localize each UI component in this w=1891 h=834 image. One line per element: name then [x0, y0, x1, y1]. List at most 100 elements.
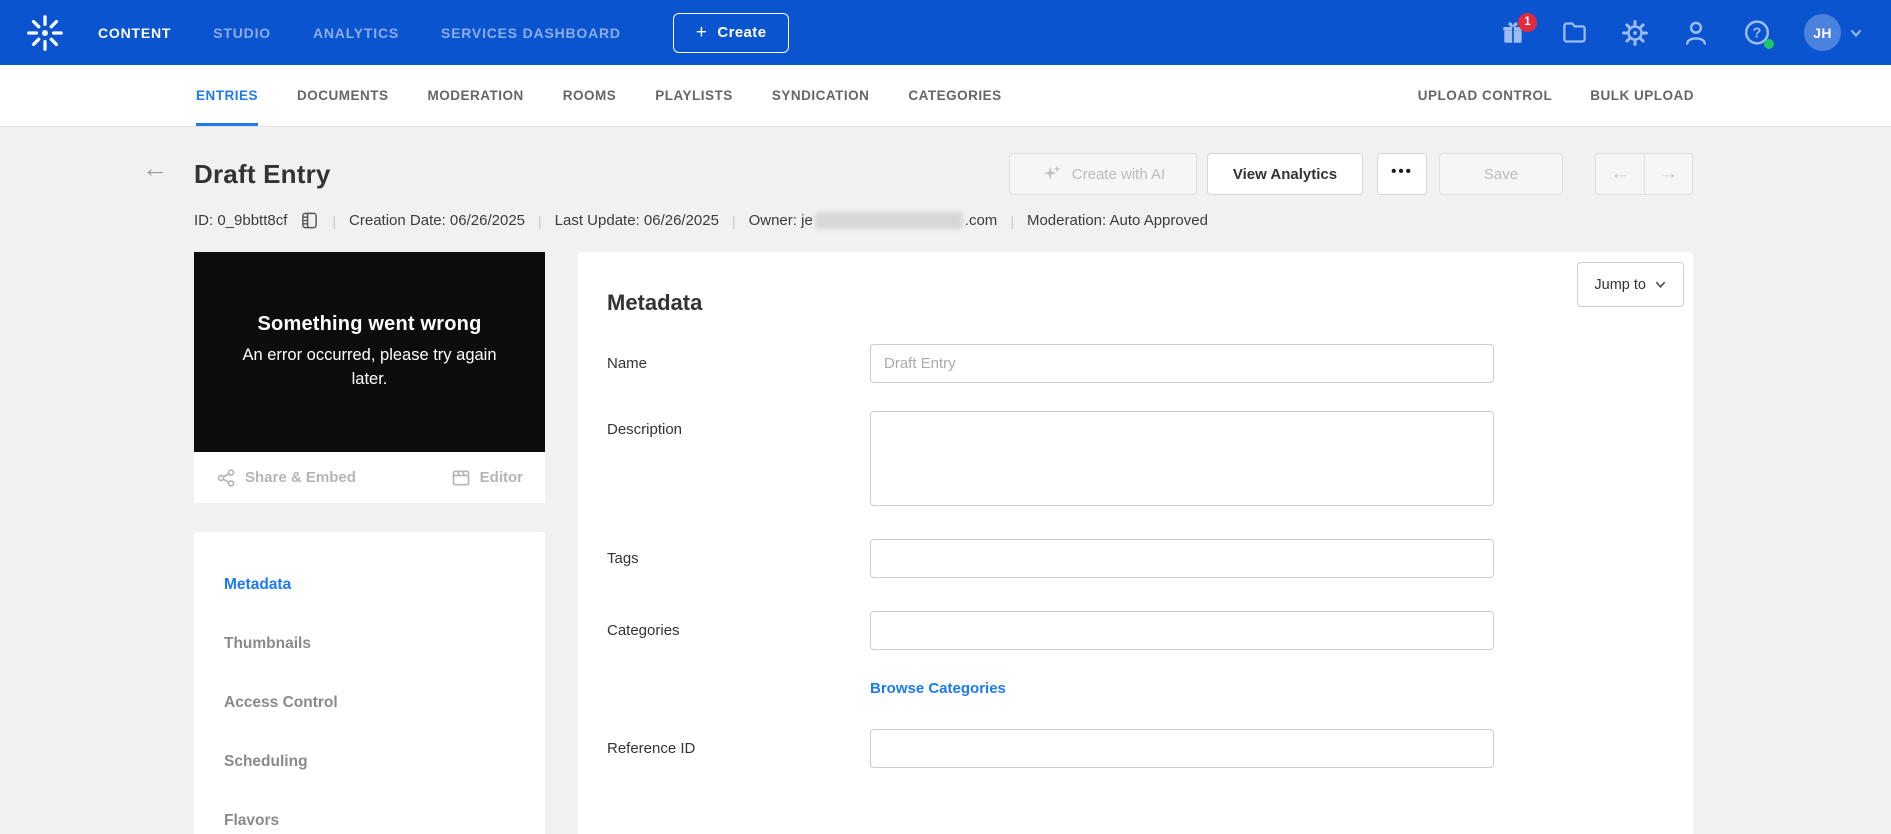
nav-item-studio[interactable]: STUDIO: [213, 25, 271, 41]
tab-bulk-upload[interactable]: BULK UPLOAD: [1590, 65, 1694, 126]
description-label: Description: [607, 421, 683, 438]
previous-entry-button[interactable]: ←: [1595, 153, 1644, 195]
section-nav-scheduling[interactable]: Scheduling: [194, 739, 545, 785]
tab-rooms[interactable]: ROOMS: [563, 65, 617, 126]
top-bar: CONTENT STUDIO ANALYTICS SERVICES DASHBO…: [0, 0, 1891, 65]
create-with-ai-button[interactable]: Create with AI: [1009, 153, 1197, 195]
nav-item-services-dashboard[interactable]: SERVICES DASHBOARD: [441, 25, 621, 41]
create-button-label: Create: [717, 24, 767, 41]
reference-id-input[interactable]: [870, 729, 1494, 768]
tab-syndication[interactable]: SYNDICATION: [772, 65, 870, 126]
last-update: Last Update: 06/26/2025: [554, 212, 719, 229]
metadata-heading: Metadata: [607, 290, 703, 315]
entry-header: ← Draft Entry Create with AI View Analyt…: [0, 127, 1891, 195]
more-options-button[interactable]: •••: [1377, 153, 1427, 195]
avatar[interactable]: JH: [1804, 14, 1841, 51]
jump-to-label: Jump to: [1594, 276, 1646, 293]
content-tab-bar: ENTRIES DOCUMENTS MODERATION ROOMS PLAYL…: [0, 65, 1891, 127]
metadata-panel: Jump to Metadata Name Description Tags C…: [578, 252, 1693, 834]
page-title: Draft Entry: [194, 158, 331, 189]
editor-label: Editor: [479, 469, 523, 486]
chevron-down-icon: [1655, 281, 1666, 289]
editor-button[interactable]: Editor: [451, 468, 523, 488]
whats-new-gift-icon[interactable]: 1: [1499, 12, 1537, 47]
entry-actions: Create with AI View Analytics ••• Save ←…: [1009, 153, 1693, 195]
name-label: Name: [607, 355, 648, 372]
arrow-right-icon: →: [1659, 163, 1678, 184]
section-nav-flavors[interactable]: Flavors: [194, 798, 545, 834]
tags-input[interactable]: [870, 539, 1494, 578]
browse-categories-link[interactable]: Browse Categories: [870, 680, 1006, 697]
jump-to-dropdown[interactable]: Jump to: [1577, 262, 1684, 307]
tags-row: Tags: [607, 539, 1663, 578]
tab-documents[interactable]: DOCUMENTS: [297, 65, 389, 126]
create-with-ai-label: Create with AI: [1071, 165, 1166, 183]
entry-id: ID: 0_9bbtt8cf: [194, 212, 288, 229]
tab-categories[interactable]: CATEGORIES: [908, 65, 1001, 126]
share-embed-button[interactable]: Share & Embed: [216, 468, 356, 488]
tab-moderation[interactable]: MODERATION: [428, 65, 524, 126]
description-input[interactable]: [870, 411, 1494, 506]
projects-folder-button[interactable]: [1560, 19, 1588, 47]
nav-item-analytics[interactable]: ANALYTICS: [313, 25, 399, 41]
separator: |: [538, 212, 542, 229]
save-button-label: Save: [1483, 165, 1519, 183]
view-analytics-label: View Analytics: [1232, 165, 1338, 183]
tab-entries[interactable]: ENTRIES: [196, 65, 259, 126]
description-row: Description: [607, 411, 1663, 506]
separator: |: [731, 212, 736, 229]
entry-body: Something went wrong An error occurred, …: [194, 252, 1693, 834]
primary-nav: CONTENT STUDIO ANALYTICS SERVICES DASHBO…: [98, 25, 621, 41]
share-embed-label: Share & Embed: [245, 469, 356, 486]
clapperboard-icon: [452, 470, 469, 485]
entry-section-nav: Metadata Thumbnails Access Control Sched…: [194, 532, 545, 834]
entry-pager: ← →: [1595, 153, 1693, 195]
categories-label: Categories: [607, 622, 680, 639]
svg-text:?: ?: [1753, 26, 1762, 42]
name-row: Name: [607, 344, 1663, 383]
view-analytics-button[interactable]: View Analytics: [1207, 153, 1363, 195]
notification-badge: 1: [1518, 12, 1537, 32]
chevron-down-icon[interactable]: [1849, 26, 1863, 40]
tabs-right: UPLOAD CONTROL BULK UPLOAD: [1418, 65, 1694, 126]
owner-email-redacted: [814, 212, 963, 230]
next-entry-button[interactable]: →: [1644, 153, 1693, 195]
create-button[interactable]: + Create: [672, 12, 790, 53]
moderation-status: Moderation: Auto Approved: [1026, 212, 1208, 229]
user-management-button[interactable]: [1682, 19, 1710, 47]
status-dot: [1764, 38, 1774, 49]
top-icon-group: 1 ? JH: [1499, 12, 1863, 51]
player-error-box: Something went wrong An error occurred, …: [194, 252, 545, 452]
owner: Owner: je .com: [748, 211, 998, 230]
share-icon: [217, 468, 235, 487]
section-nav-access-control[interactable]: Access Control: [194, 680, 545, 726]
section-nav-thumbnails[interactable]: Thumbnails: [194, 621, 545, 667]
owner-suffix: .com: [964, 211, 998, 229]
reference-id-row: Reference ID: [607, 729, 1663, 768]
section-nav-metadata[interactable]: Metadata: [194, 562, 545, 608]
left-column: Something went wrong An error occurred, …: [194, 252, 545, 834]
plus-icon: +: [695, 22, 708, 43]
kaltura-logo-icon[interactable]: [24, 12, 66, 54]
account-menu[interactable]: JH: [1804, 14, 1863, 51]
owner-prefix: Owner: je: [748, 211, 813, 229]
media-type-icon: [300, 211, 319, 230]
settings-button[interactable]: [1621, 19, 1649, 47]
separator: |: [332, 212, 337, 229]
tabs-left: ENTRIES DOCUMENTS MODERATION ROOMS PLAYL…: [196, 65, 1002, 126]
tab-playlists[interactable]: PLAYLISTS: [655, 65, 733, 126]
person-icon: [1686, 21, 1706, 45]
categories-input[interactable]: [870, 611, 1494, 650]
arrow-left-icon: ←: [1610, 163, 1630, 184]
error-title: Something went wrong: [257, 312, 482, 335]
categories-row: Categories: [607, 611, 1663, 650]
name-input[interactable]: [870, 344, 1494, 383]
player-action-bar: Share & Embed Editor: [194, 452, 545, 503]
back-arrow-icon[interactable]: ←: [142, 155, 168, 181]
save-button[interactable]: Save: [1439, 153, 1563, 195]
help-button[interactable]: ?: [1743, 19, 1774, 49]
entry-info-line: ID: 0_9bbtt8cf | Creation Date: 06/26/20…: [194, 211, 1693, 230]
separator: |: [1010, 212, 1014, 229]
nav-item-content[interactable]: CONTENT: [98, 25, 171, 41]
tab-upload-control[interactable]: UPLOAD CONTROL: [1418, 65, 1553, 126]
